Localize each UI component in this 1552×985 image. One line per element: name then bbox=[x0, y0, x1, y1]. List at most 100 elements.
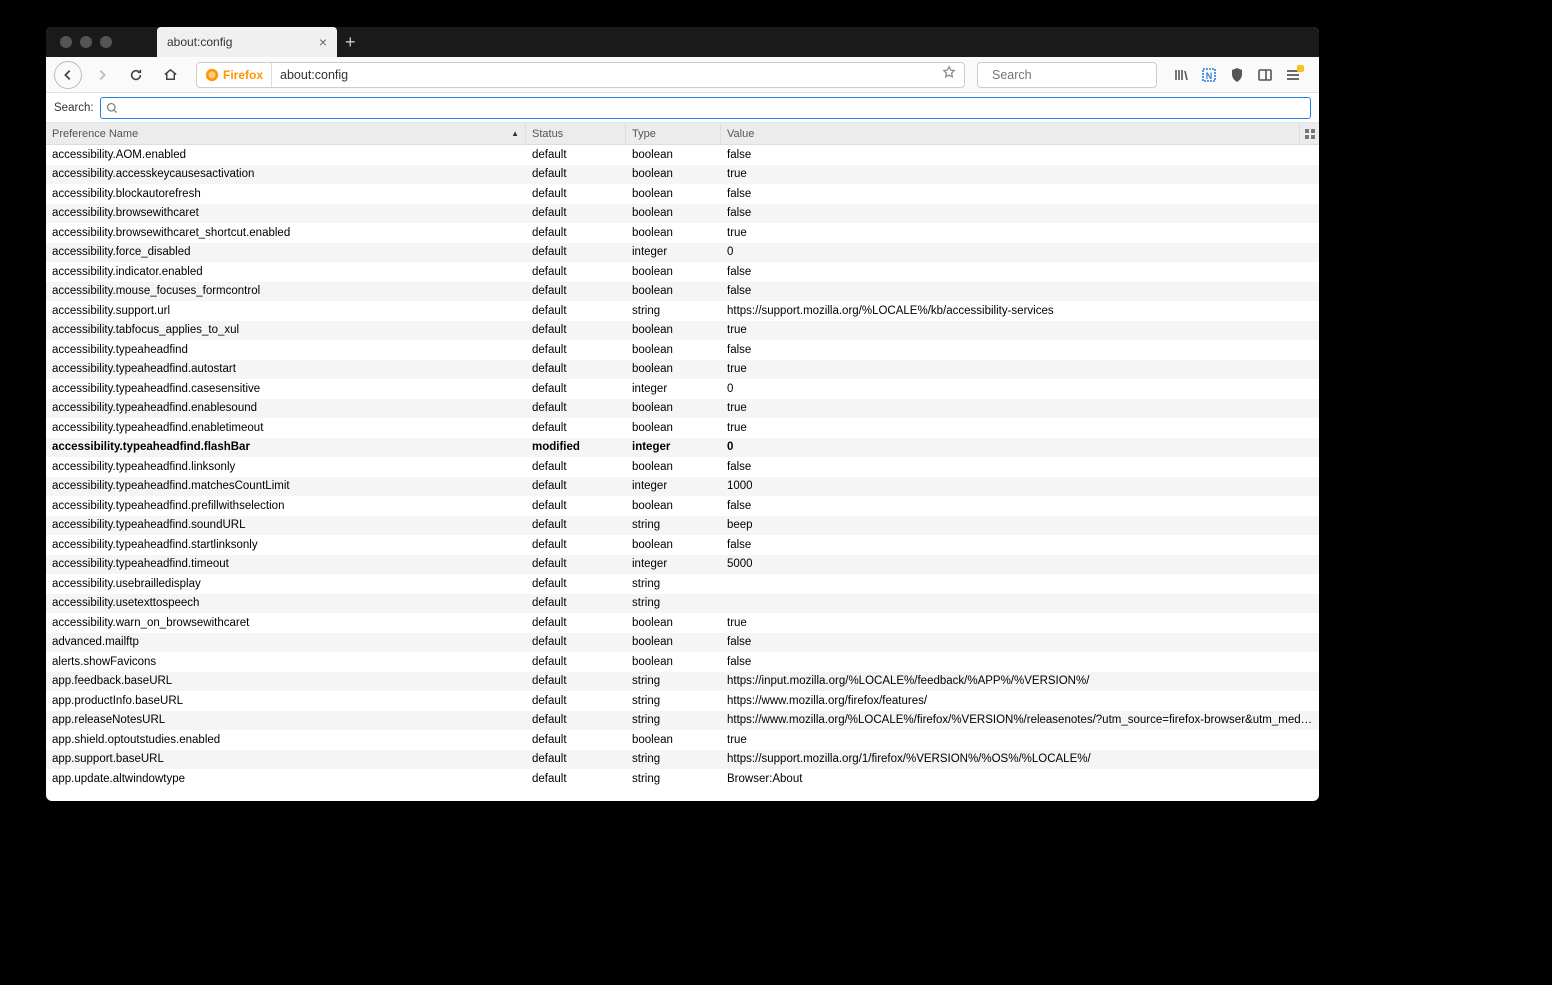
cell-type: boolean bbox=[626, 149, 721, 161]
cell-status: default bbox=[526, 344, 626, 356]
search-input[interactable] bbox=[992, 68, 1153, 82]
table-row[interactable]: advanced.mailftpdefaultbooleanfalse bbox=[46, 633, 1319, 653]
table-row[interactable]: accessibility.warn_on_browsewithcaretdef… bbox=[46, 613, 1319, 633]
header-value[interactable]: Value bbox=[721, 123, 1299, 144]
table-row[interactable]: accessibility.typeaheadfind.timeoutdefau… bbox=[46, 555, 1319, 575]
cell-status: default bbox=[526, 168, 626, 180]
table-row[interactable]: app.shield.optoutstudies.enableddefaultb… bbox=[46, 730, 1319, 750]
table-row[interactable]: accessibility.usebrailledisplaydefaultst… bbox=[46, 574, 1319, 594]
table-row[interactable]: accessibility.blockautorefreshdefaultboo… bbox=[46, 184, 1319, 204]
table-row[interactable]: alerts.showFaviconsdefaultbooleanfalse bbox=[46, 652, 1319, 672]
cell-pref: accessibility.typeaheadfind bbox=[46, 344, 526, 356]
cell-pref: accessibility.typeaheadfind.autostart bbox=[46, 363, 526, 375]
table-row[interactable]: app.productInfo.baseURLdefaultstringhttp… bbox=[46, 691, 1319, 711]
cell-pref: accessibility.browsewithcaret bbox=[46, 207, 526, 219]
table-row[interactable]: accessibility.tabfocus_applies_to_xuldef… bbox=[46, 321, 1319, 341]
table-row[interactable]: accessibility.typeaheadfind.autostartdef… bbox=[46, 360, 1319, 380]
cell-pref: accessibility.typeaheadfind.timeout bbox=[46, 558, 526, 570]
preferences-table[interactable]: accessibility.AOM.enableddefaultbooleanf… bbox=[46, 145, 1319, 801]
header-preference-name[interactable]: Preference Name ▲ bbox=[46, 123, 526, 144]
browser-tab[interactable]: about:config × bbox=[157, 27, 337, 57]
cell-value: false bbox=[721, 656, 1319, 668]
table-row[interactable]: accessibility.indicator.enableddefaultbo… bbox=[46, 262, 1319, 282]
table-row[interactable]: accessibility.force_disableddefaultinteg… bbox=[46, 243, 1319, 263]
cell-pref: accessibility.typeaheadfind.prefillwiths… bbox=[46, 500, 526, 512]
cell-type: string bbox=[626, 753, 721, 765]
forward-button[interactable] bbox=[88, 61, 116, 89]
table-row[interactable]: accessibility.browsewithcaret_shortcut.e… bbox=[46, 223, 1319, 243]
table-row[interactable]: accessibility.browsewithcaretdefaultbool… bbox=[46, 204, 1319, 224]
url-bar[interactable]: Firefox about:config bbox=[196, 62, 965, 88]
minimize-window-button[interactable] bbox=[80, 36, 92, 48]
cell-value: 0 bbox=[721, 383, 1319, 395]
cell-type: boolean bbox=[626, 461, 721, 473]
header-type[interactable]: Type bbox=[626, 123, 721, 144]
table-row[interactable]: accessibility.typeaheadfind.prefillwiths… bbox=[46, 496, 1319, 516]
config-search-label: Search: bbox=[54, 102, 94, 114]
cell-pref: accessibility.typeaheadfind.linksonly bbox=[46, 461, 526, 473]
menu-button[interactable] bbox=[1285, 67, 1301, 83]
cell-pref: accessibility.support.url bbox=[46, 305, 526, 317]
table-row[interactable]: accessibility.typeaheadfind.flashBarmodi… bbox=[46, 438, 1319, 458]
close-window-button[interactable] bbox=[60, 36, 72, 48]
maximize-window-button[interactable] bbox=[100, 36, 112, 48]
cell-pref: accessibility.typeaheadfind.enablesound bbox=[46, 402, 526, 414]
table-row[interactable]: accessibility.typeaheadfind.casesensitiv… bbox=[46, 379, 1319, 399]
navigation-toolbar: Firefox about:config N bbox=[46, 57, 1319, 93]
table-row[interactable]: accessibility.typeaheadfinddefaultboolea… bbox=[46, 340, 1319, 360]
sidebar-icon[interactable] bbox=[1257, 67, 1273, 83]
table-row[interactable]: accessibility.support.urldefaultstringht… bbox=[46, 301, 1319, 321]
table-row[interactable]: accessibility.typeaheadfind.enabletimeou… bbox=[46, 418, 1319, 438]
header-status[interactable]: Status bbox=[526, 123, 626, 144]
cell-status: default bbox=[526, 480, 626, 492]
cell-pref: accessibility.indicator.enabled bbox=[46, 266, 526, 278]
table-row[interactable]: app.support.baseURLdefaultstringhttps://… bbox=[46, 750, 1319, 770]
table-row[interactable]: app.releaseNotesURLdefaultstringhttps://… bbox=[46, 711, 1319, 731]
library-icon[interactable] bbox=[1173, 67, 1189, 83]
config-search-input[interactable] bbox=[123, 101, 1310, 115]
cell-status: default bbox=[526, 558, 626, 570]
table-row[interactable]: accessibility.typeaheadfind.enablesoundd… bbox=[46, 399, 1319, 419]
cell-value: https://www.mozilla.org/%LOCALE%/firefox… bbox=[721, 714, 1319, 726]
search-bar[interactable] bbox=[977, 62, 1157, 88]
config-search-row: Search: bbox=[46, 93, 1319, 123]
shield-icon[interactable] bbox=[1229, 67, 1245, 83]
cell-pref: accessibility.blockautorefresh bbox=[46, 188, 526, 200]
reload-button[interactable] bbox=[122, 61, 150, 89]
cell-pref: app.feedback.baseURL bbox=[46, 675, 526, 687]
identity-box[interactable]: Firefox bbox=[197, 63, 272, 87]
column-picker-icon[interactable] bbox=[1299, 123, 1319, 144]
close-tab-icon[interactable]: × bbox=[319, 34, 327, 50]
table-row[interactable]: accessibility.accesskeycausesactivationd… bbox=[46, 165, 1319, 185]
table-row[interactable]: accessibility.typeaheadfind.startlinkson… bbox=[46, 535, 1319, 555]
table-row[interactable]: app.feedback.baseURLdefaultstringhttps:/… bbox=[46, 672, 1319, 692]
table-row[interactable]: accessibility.typeaheadfind.matchesCount… bbox=[46, 477, 1319, 497]
cell-value: true bbox=[721, 617, 1319, 629]
cell-value: beep bbox=[721, 519, 1319, 531]
config-search-box[interactable] bbox=[100, 97, 1311, 119]
cell-value: true bbox=[721, 363, 1319, 375]
cell-pref: accessibility.typeaheadfind.enabletimeou… bbox=[46, 422, 526, 434]
table-row[interactable]: app.update.altwindowtypedefaultstringBro… bbox=[46, 769, 1319, 789]
back-button[interactable] bbox=[54, 61, 82, 89]
cell-type: boolean bbox=[626, 539, 721, 551]
bookmark-star-icon[interactable] bbox=[942, 65, 964, 84]
url-text[interactable]: about:config bbox=[272, 68, 942, 82]
table-row[interactable]: accessibility.typeaheadfind.linksonlydef… bbox=[46, 457, 1319, 477]
cell-status: default bbox=[526, 285, 626, 297]
table-row[interactable]: accessibility.usetexttospeechdefaultstri… bbox=[46, 594, 1319, 614]
table-row[interactable]: accessibility.typeaheadfind.soundURLdefa… bbox=[46, 516, 1319, 536]
cell-status: modified bbox=[526, 441, 626, 453]
cell-type: boolean bbox=[626, 266, 721, 278]
cell-type: boolean bbox=[626, 207, 721, 219]
cell-value: false bbox=[721, 188, 1319, 200]
extension-icon[interactable]: N bbox=[1201, 67, 1217, 83]
table-row[interactable]: accessibility.AOM.enableddefaultbooleanf… bbox=[46, 145, 1319, 165]
table-row[interactable]: accessibility.mouse_focuses_formcontrold… bbox=[46, 282, 1319, 302]
home-button[interactable] bbox=[156, 61, 184, 89]
cell-type: string bbox=[626, 675, 721, 687]
cell-value: https://input.mozilla.org/%LOCALE%/feedb… bbox=[721, 675, 1319, 687]
cell-type: boolean bbox=[626, 402, 721, 414]
new-tab-button[interactable]: + bbox=[345, 32, 356, 53]
cell-value: false bbox=[721, 539, 1319, 551]
